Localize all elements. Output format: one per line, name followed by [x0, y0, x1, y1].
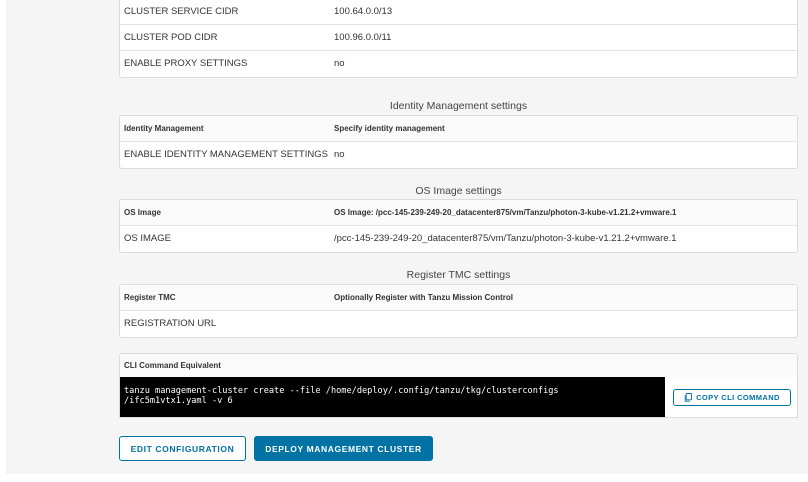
row-key: ENABLE PROXY SETTINGS	[124, 58, 248, 69]
row-value: no	[334, 149, 345, 160]
tmc-settings-table: Register TMC Optionally Register with Ta…	[119, 284, 798, 338]
network-settings-table: CLUSTER SERVICE CIDR 100.64.0.0/13 CLUST…	[119, 0, 798, 78]
header-key: OS Image	[124, 208, 161, 217]
os-image-settings-table: OS Image OS Image: /pcc-145-239-249-20_d…	[119, 199, 798, 253]
identity-section-title: Identity Management settings	[389, 100, 528, 112]
table-row: OS IMAGE /pcc-145-239-249-20_datacenter8…	[120, 226, 797, 252]
header-value: OS Image: /pcc-145-239-249-20_datacenter…	[334, 208, 677, 217]
table-row: ENABLE IDENTITY MANAGEMENT SETTINGS no	[120, 142, 797, 168]
row-key: OS IMAGE	[124, 233, 171, 244]
header-value: Optionally Register with Tanzu Mission C…	[334, 293, 513, 302]
copy-icon	[684, 393, 693, 402]
row-value: no	[334, 58, 345, 69]
cli-command-box: tanzu management-cluster create --file /…	[119, 377, 798, 418]
os-image-section-title: OS Image settings	[415, 185, 502, 197]
identity-settings-table: Identity Management Specify identity man…	[119, 115, 798, 169]
table-row: ENABLE PROXY SETTINGS no	[120, 51, 797, 77]
row-key: REGISTRATION URL	[124, 318, 217, 329]
header-key: Register TMC	[124, 293, 176, 302]
row-value: 100.64.0.0/13	[334, 6, 393, 17]
row-value: /pcc-145-239-249-20_datacenter875/vm/Tan…	[334, 233, 677, 244]
cli-command-text[interactable]: tanzu management-cluster create --file /…	[120, 377, 665, 417]
row-value: 100.96.0.0/11	[334, 32, 392, 43]
row-key: ENABLE IDENTITY MANAGEMENT SETTINGS	[124, 149, 328, 160]
table-row: CLUSTER POD CIDR 100.96.0.0/11	[120, 25, 797, 51]
deploy-management-cluster-button[interactable]: DEPLOY MANAGEMENT CLUSTER	[254, 436, 433, 461]
copy-button-label: COPY CLI COMMAND	[696, 393, 780, 402]
table-header: Identity Management Specify identity man…	[120, 116, 797, 142]
row-key: CLUSTER SERVICE CIDR	[124, 6, 239, 17]
table-header: OS Image OS Image: /pcc-145-239-249-20_d…	[120, 200, 797, 226]
edit-configuration-button[interactable]: EDIT CONFIGURATION	[119, 436, 246, 461]
header-key: Identity Management	[124, 124, 204, 133]
copy-cli-command-button[interactable]: COPY CLI COMMAND	[673, 389, 791, 406]
row-key: CLUSTER POD CIDR	[124, 32, 218, 43]
table-header: Register TMC Optionally Register with Ta…	[120, 285, 797, 311]
header-value: Specify identity management	[334, 124, 445, 133]
table-row: REGISTRATION URL	[120, 311, 797, 337]
table-row: CLUSTER SERVICE CIDR 100.64.0.0/13	[120, 0, 797, 25]
cli-command-header: CLI Command Equivalent	[119, 353, 798, 377]
tmc-section-title: Register TMC settings	[406, 269, 511, 281]
